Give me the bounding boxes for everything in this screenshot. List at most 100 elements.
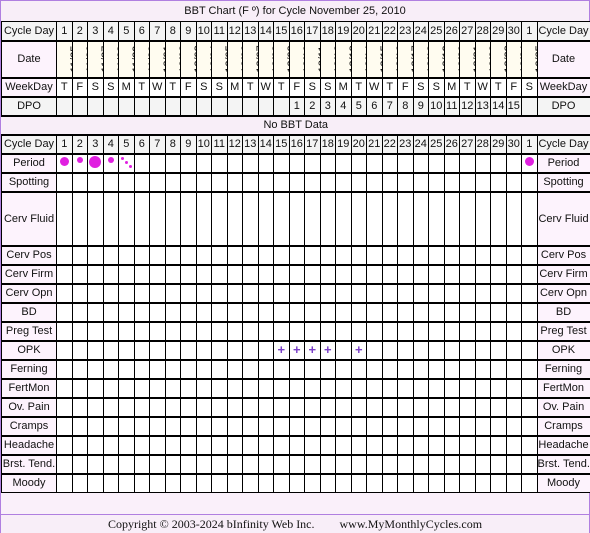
fertmon-cell[interactable]	[335, 377, 352, 398]
fertmon-cell[interactable]	[149, 377, 166, 398]
bd-cell[interactable]	[397, 301, 414, 322]
headache-cell[interactable]	[118, 434, 135, 455]
cerv-pos-cell[interactable]	[102, 244, 119, 265]
cerv-fluid-cell[interactable]	[381, 190, 398, 246]
ov-pain-cell[interactable]	[412, 396, 429, 417]
cerv-pos-cell[interactable]	[164, 244, 181, 265]
moody-cell[interactable]	[226, 472, 243, 493]
cerv-opn-cell[interactable]	[195, 282, 212, 303]
cerv-firm-cell[interactable]	[149, 263, 166, 284]
cramps-cell[interactable]	[211, 415, 228, 436]
preg-test-cell[interactable]	[56, 320, 73, 341]
period-cell[interactable]	[288, 152, 305, 173]
moody-cell[interactable]	[350, 472, 367, 493]
cerv-firm-cell[interactable]	[366, 263, 383, 284]
fertmon-cell[interactable]	[164, 377, 181, 398]
brst-tend-cell[interactable]	[56, 453, 73, 474]
cerv-opn-cell[interactable]	[319, 282, 336, 303]
opk-cell[interactable]	[87, 339, 104, 360]
fertmon-cell[interactable]	[412, 377, 429, 398]
cerv-fluid-cell[interactable]	[397, 190, 414, 246]
moody-cell[interactable]	[397, 472, 414, 493]
ov-pain-cell[interactable]	[335, 396, 352, 417]
cramps-cell[interactable]	[366, 415, 383, 436]
fertmon-cell[interactable]	[180, 377, 197, 398]
bd-cell[interactable]	[133, 301, 150, 322]
brst-tend-cell[interactable]	[180, 453, 197, 474]
opk-cell[interactable]	[335, 339, 352, 360]
bd-cell[interactable]	[180, 301, 197, 322]
ferning-cell[interactable]	[521, 358, 538, 379]
moody-cell[interactable]	[273, 472, 290, 493]
brst-tend-cell[interactable]	[102, 453, 119, 474]
cerv-opn-cell[interactable]	[242, 282, 259, 303]
moody-cell[interactable]	[71, 472, 88, 493]
headache-cell[interactable]	[87, 434, 104, 455]
bd-cell[interactable]	[474, 301, 491, 322]
spotting-cell[interactable]	[459, 171, 476, 192]
cerv-fluid-cell[interactable]	[87, 190, 104, 246]
fertmon-cell[interactable]	[133, 377, 150, 398]
opk-cell[interactable]: +	[350, 339, 367, 360]
cerv-fluid-cell[interactable]	[474, 190, 491, 246]
bd-cell[interactable]	[319, 301, 336, 322]
ferning-cell[interactable]	[490, 358, 507, 379]
moody-cell[interactable]	[133, 472, 150, 493]
headache-cell[interactable]	[412, 434, 429, 455]
ov-pain-cell[interactable]	[443, 396, 460, 417]
fertmon-cell[interactable]	[459, 377, 476, 398]
cerv-fluid-cell[interactable]	[459, 190, 476, 246]
cerv-firm-cell[interactable]	[474, 263, 491, 284]
preg-test-cell[interactable]	[459, 320, 476, 341]
cerv-opn-cell[interactable]	[459, 282, 476, 303]
moody-cell[interactable]	[242, 472, 259, 493]
fertmon-cell[interactable]	[490, 377, 507, 398]
bd-cell[interactable]	[490, 301, 507, 322]
opk-cell[interactable]	[211, 339, 228, 360]
ov-pain-cell[interactable]	[195, 396, 212, 417]
cramps-cell[interactable]	[242, 415, 259, 436]
opk-cell[interactable]	[71, 339, 88, 360]
cerv-fluid-cell[interactable]	[242, 190, 259, 246]
opk-cell[interactable]	[459, 339, 476, 360]
cerv-fluid-cell[interactable]	[490, 190, 507, 246]
moody-cell[interactable]	[443, 472, 460, 493]
cerv-pos-cell[interactable]	[257, 244, 274, 265]
cerv-fluid-cell[interactable]	[366, 190, 383, 246]
cerv-fluid-cell[interactable]	[226, 190, 243, 246]
ov-pain-cell[interactable]	[428, 396, 445, 417]
opk-cell[interactable]	[428, 339, 445, 360]
fertmon-cell[interactable]	[211, 377, 228, 398]
period-cell[interactable]	[366, 152, 383, 173]
brst-tend-cell[interactable]	[505, 453, 522, 474]
brst-tend-cell[interactable]	[521, 453, 538, 474]
headache-cell[interactable]	[242, 434, 259, 455]
bd-cell[interactable]	[412, 301, 429, 322]
spotting-cell[interactable]	[164, 171, 181, 192]
period-cell[interactable]	[195, 152, 212, 173]
cerv-opn-cell[interactable]	[335, 282, 352, 303]
cerv-fluid-cell[interactable]	[211, 190, 228, 246]
brst-tend-cell[interactable]	[242, 453, 259, 474]
ferning-cell[interactable]	[505, 358, 522, 379]
spotting-cell[interactable]	[133, 171, 150, 192]
cramps-cell[interactable]	[257, 415, 274, 436]
preg-test-cell[interactable]	[490, 320, 507, 341]
opk-cell[interactable]	[443, 339, 460, 360]
headache-cell[interactable]	[211, 434, 228, 455]
headache-cell[interactable]	[350, 434, 367, 455]
opk-cell[interactable]	[133, 339, 150, 360]
opk-cell[interactable]	[505, 339, 522, 360]
cerv-opn-cell[interactable]	[226, 282, 243, 303]
preg-test-cell[interactable]	[521, 320, 538, 341]
cramps-cell[interactable]	[490, 415, 507, 436]
headache-cell[interactable]	[443, 434, 460, 455]
opk-cell[interactable]	[102, 339, 119, 360]
spotting-cell[interactable]	[102, 171, 119, 192]
opk-cell[interactable]	[164, 339, 181, 360]
brst-tend-cell[interactable]	[226, 453, 243, 474]
bd-cell[interactable]	[164, 301, 181, 322]
bd-cell[interactable]	[304, 301, 321, 322]
ferning-cell[interactable]	[226, 358, 243, 379]
opk-cell[interactable]	[474, 339, 491, 360]
